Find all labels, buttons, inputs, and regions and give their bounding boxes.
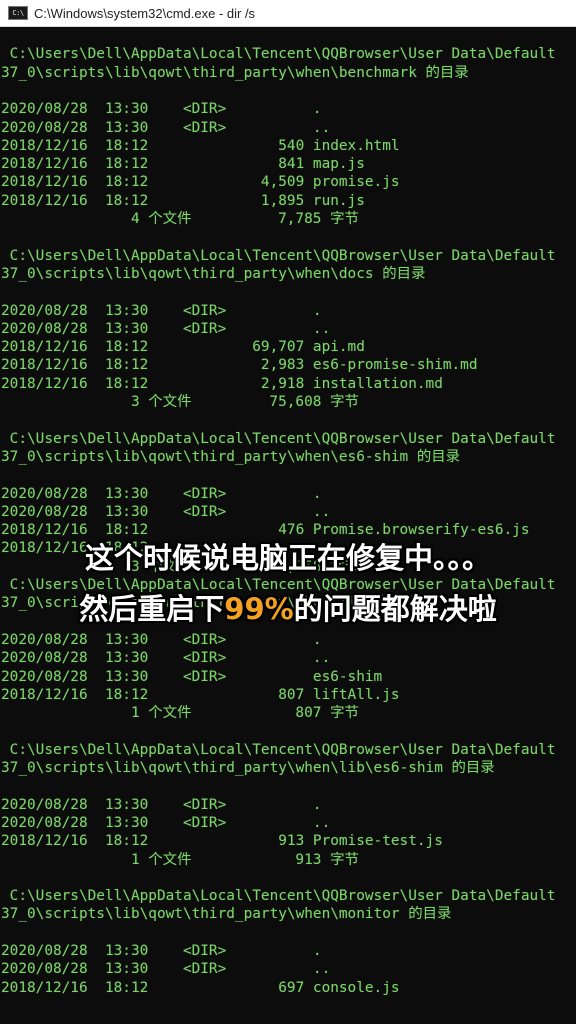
- console-line: C:\Users\Dell\AppData\Local\Tencent\QQBr…: [1, 46, 556, 63]
- console-line: 3 个文件 75,608 字节: [1, 394, 359, 410]
- console-output[interactable]: C:\Users\Dell\AppData\Local\Tencent\QQBr…: [0, 27, 576, 1024]
- console-line: 2018/12/16 18:12 807 liftAll.js: [1, 686, 400, 703]
- console-line: 2020/08/28 13:30 <DIR> ..: [1, 503, 331, 520]
- console-line: 2018/12/16 18:12 913 Promise-test.js: [1, 833, 443, 850]
- console-line: 2020/08/28 13:30 <DIR> es6-shim: [1, 668, 383, 685]
- console-line: 2018/12/16 18:12 1,895 run.js: [1, 192, 365, 209]
- console-line: 2020/08/28 13:30 <DIR> ..: [1, 814, 331, 831]
- console-line: 2020/08/28 13:30 <DIR> ..: [1, 961, 331, 978]
- cmd-icon: C:\: [8, 6, 28, 20]
- console-line: C:\Users\Dell\AppData\Local\Tencent\QQBr…: [1, 888, 556, 905]
- console-line: C:\Users\Dell\AppData\Local\Tencent\QQBr…: [1, 430, 556, 447]
- console-line: 2020/08/28 13:30 <DIR> .: [1, 796, 322, 813]
- console-line: C:\Users\Dell\AppData\Local\Tencent\QQBr…: [1, 741, 556, 758]
- console-line: 2020/08/28 13:30 <DIR> ..: [1, 119, 331, 136]
- console-line: 2018/12/16 18:12 540 index.html: [1, 137, 400, 154]
- title-bar[interactable]: C:\ C:\Windows\system32\cmd.exe - dir /s: [0, 0, 576, 27]
- console-line: 4 个文件 7,785 字节: [1, 211, 359, 227]
- cmd-window: C:\ C:\Windows\system32\cmd.exe - dir /s…: [0, 0, 576, 1024]
- console-line: 2018/12/16 18:12 69,707 api.md: [1, 339, 365, 356]
- console-line: 1 个文件 913 字节: [1, 851, 359, 868]
- console-line: C:\Users\Dell\AppData\Local\Tencent\QQBr…: [1, 247, 556, 264]
- subtitle-line-2-suffix: 的问题都解决啦: [293, 592, 497, 626]
- subtitle-highlight: 99%: [224, 592, 294, 626]
- console-line: 37_0\scripts\lib\qowt\third_party\when\e…: [1, 448, 461, 465]
- console-line: 2020/08/28 13:30 <DIR> ..: [1, 650, 331, 667]
- console-line: 37_0\scripts\lib\qowt\third_party\when\l…: [1, 760, 495, 776]
- console-line: 2018/12/16 18:12 2,983 es6-promise-shim.…: [1, 357, 478, 374]
- console-line: 37_0\scripts\lib\qowt\third_party\when\b…: [1, 64, 469, 81]
- console-line: 2020/08/28 13:30 <DIR> .: [1, 101, 322, 118]
- console-line: 2018/12/16 18:12 697 console.js: [1, 979, 400, 996]
- subtitle-line-1: 这个时候说电脑正在修复中。。。: [84, 541, 491, 575]
- console-line: 2020/08/28 13:30 <DIR> .: [1, 631, 322, 648]
- console-line: 1 个文件 807 字节: [1, 705, 359, 722]
- window-title: C:\Windows\system32\cmd.exe - dir /s: [34, 5, 256, 21]
- subtitle-line-2-prefix: 然后重启下: [79, 592, 225, 626]
- console-line: 37_0\scripts\lib\qowt\third_party\when\m…: [1, 906, 452, 923]
- console-line: 2020/08/28 13:30 <DIR> .: [1, 485, 322, 502]
- console-line: 37_0\scripts\lib\qowt\third_party\when\d…: [1, 265, 426, 282]
- console-line: 2018/12/16 18:12 4,509 promise.js: [1, 174, 400, 191]
- subtitle-line-2: 然后重启下99%的问题都解决啦: [0, 586, 576, 628]
- console-line: 2018/12/16 18:12 2,918 installation.md: [1, 375, 443, 392]
- console-line: 2018/12/16 18:12 841 map.js: [1, 156, 365, 173]
- console-line: 2020/08/28 13:30 <DIR> .: [1, 943, 322, 959]
- console-line: 2020/08/28 13:30 <DIR> .: [1, 302, 322, 319]
- console-line: 2020/08/28 13:30 <DIR> ..: [1, 320, 331, 337]
